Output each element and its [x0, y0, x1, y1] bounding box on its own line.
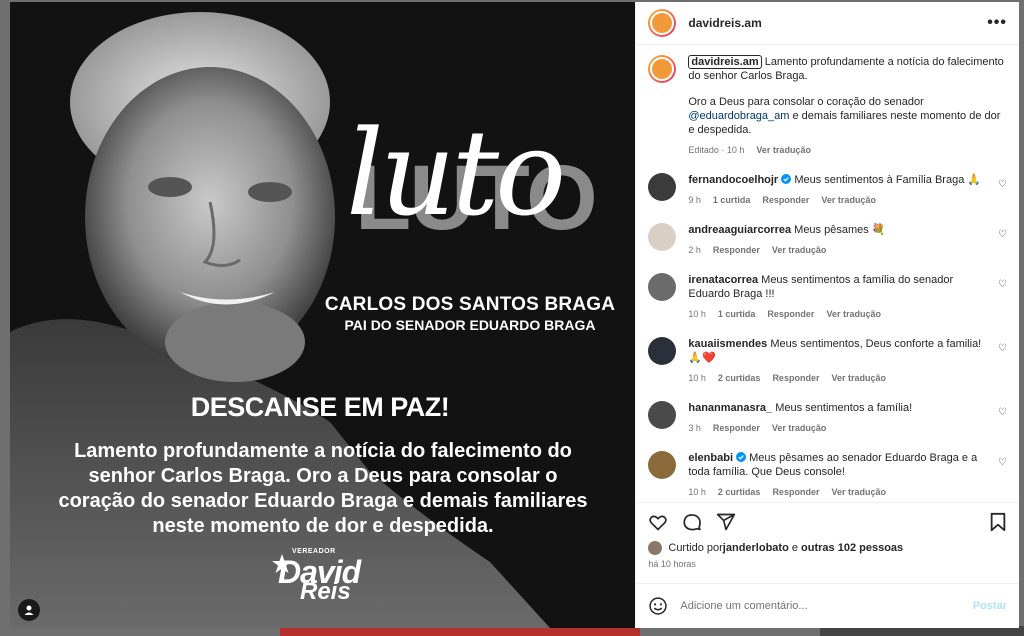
comment-text: Meus sentimentos à Família Braga 🙏: [794, 174, 982, 186]
see-translation-link[interactable]: Ver tradução: [821, 193, 876, 207]
commenter-avatar[interactable]: [648, 401, 677, 429]
comment-like-icon[interactable]: ♡: [998, 279, 1007, 290]
likes-others-link[interactable]: outras 102 pessoas: [801, 542, 903, 554]
comment-like-icon[interactable]: ♡: [998, 407, 1007, 418]
see-translation-link[interactable]: Ver tradução: [826, 307, 881, 321]
comment-text: Meus sentimentos a família!: [775, 402, 913, 414]
comments-list[interactable]: davidreis.am Lamento profundamente a not…: [636, 45, 1019, 502]
reply-link[interactable]: Responder: [772, 371, 819, 385]
commenter-username[interactable]: fernandocoelhojr: [688, 174, 778, 186]
action-bar: [636, 502, 1019, 541]
reply-link[interactable]: Responder: [767, 307, 814, 321]
rest-in-peace-heading: DESCANSE EM PAZ!: [190, 392, 450, 422]
verified-badge-icon: [736, 452, 747, 462]
comment-time: 2 h: [688, 245, 701, 255]
commenter-username[interactable]: elenbabi: [688, 452, 733, 464]
comment-like-icon[interactable]: ♡: [998, 343, 1007, 354]
see-translation-link[interactable]: Ver tradução: [772, 421, 827, 435]
like-heart-icon[interactable]: [648, 512, 668, 532]
likes-prefix: Curtido por: [668, 542, 723, 554]
reply-link[interactable]: Responder: [713, 243, 760, 257]
comment-time: 10 h: [688, 487, 706, 497]
see-translation-link[interactable]: Ver tradução: [756, 143, 811, 157]
likes-summary: Curtido por janderlobato e outras 102 pe…: [636, 541, 1019, 555]
commenter-avatar[interactable]: [648, 173, 677, 201]
comment-like-icon[interactable]: ♡: [998, 457, 1007, 468]
caption-username[interactable]: davidreis.am: [688, 55, 762, 69]
comment-likes[interactable]: 1 curtida: [713, 193, 751, 207]
reply-link[interactable]: Responder: [772, 485, 819, 499]
headline-script-text: luto: [346, 104, 566, 242]
commenter-avatar[interactable]: [648, 273, 677, 301]
save-bookmark-icon[interactable]: [989, 512, 1007, 532]
verified-badge-icon: [781, 174, 792, 184]
liker-avatar[interactable]: [648, 541, 663, 555]
author-username[interactable]: davidreis.am: [688, 16, 761, 30]
condolence-message: Lamento profundamente a notícia do falec…: [58, 440, 588, 537]
deceased-subtitle: PAI DO SENADOR EDUARDO BRAGA: [344, 317, 596, 333]
post-image: LUTO luto CARLOS DOS SANTOS BRAGA PAI DO…: [10, 2, 636, 628]
comment-likes[interactable]: 1 curtida: [718, 307, 756, 321]
post-timestamp: há 10 horas: [648, 559, 696, 569]
author-avatar[interactable]: [648, 55, 677, 83]
comment-item: fernandocoelhojr Meus sentimentos à Famí…: [648, 173, 1007, 207]
comment-time: 9 h: [688, 195, 701, 205]
see-translation-link[interactable]: Ver tradução: [772, 243, 827, 257]
likes-mid: e: [788, 542, 802, 554]
comment-input[interactable]: Adicione um comentário...: [680, 600, 960, 612]
reply-link[interactable]: Responder: [762, 193, 809, 207]
comment-composer: Adicione um comentário... Postar: [636, 583, 1019, 628]
post-sidebar: davidreis.am ••• davidreis.am Lamento pr…: [635, 2, 1019, 628]
tagged-users-button[interactable]: [18, 599, 40, 621]
comment-likes[interactable]: 2 curtidas: [718, 485, 761, 499]
caption-edited-time: Editado · 10 h: [688, 145, 745, 155]
post-header: davidreis.am •••: [636, 2, 1019, 45]
comment-time: 10 h: [688, 309, 706, 319]
see-translation-link[interactable]: Ver tradução: [831, 371, 886, 385]
comment-item: hananmanasra_ Meus sentimentos a família…: [648, 401, 1007, 435]
comment-icon[interactable]: [682, 512, 702, 532]
comment-text: Meus pêsames 💐: [794, 224, 886, 236]
post-caption: davidreis.am Lamento profundamente a not…: [648, 55, 1007, 157]
more-options-icon[interactable]: •••: [987, 14, 1007, 32]
comment-item: irenatacorrea Meus sentimentos a família…: [648, 273, 1007, 321]
user-icon: [24, 605, 34, 615]
reply-link[interactable]: Responder: [713, 421, 760, 435]
comment-time: 10 h: [688, 373, 706, 383]
comment-item: andreaaguiarcorrea Meus pêsames 💐 2 h Resp…: [648, 223, 1007, 257]
comment-item: elenbabi Meus pêsames ao senador Eduardo…: [648, 451, 1007, 499]
share-icon[interactable]: [716, 512, 736, 532]
post-comment-button[interactable]: Postar: [973, 600, 1007, 612]
commenter-username[interactable]: andreaaguiarcorrea: [688, 224, 791, 236]
caption-text-2a: Oro a Deus para consolar o coração do se…: [688, 96, 924, 108]
author-avatar[interactable]: [648, 9, 677, 37]
comment-like-icon[interactable]: ♡: [998, 229, 1007, 240]
comment-item: kauaiismendes Meus sentimentos, Deus con…: [648, 337, 1007, 385]
comment-time: 3 h: [688, 423, 701, 433]
commenter-username[interactable]: hananmanasra_: [688, 402, 772, 414]
comment-likes[interactable]: 2 curtidas: [718, 371, 761, 385]
deceased-name: CARLOS DOS SANTOS BRAGA: [324, 294, 616, 315]
comment-like-icon[interactable]: ♡: [998, 179, 1007, 190]
commenter-username[interactable]: kauaiismendes: [688, 338, 767, 350]
david-reis-logo: VEREADOR David Reis: [270, 548, 380, 608]
commenter-avatar[interactable]: [648, 223, 677, 251]
emoji-icon[interactable]: [648, 596, 668, 616]
commenter-avatar[interactable]: [648, 337, 677, 365]
mention-link[interactable]: @eduardobraga_am: [688, 110, 789, 122]
commenter-avatar[interactable]: [648, 451, 677, 479]
commenter-username[interactable]: irenatacorrea: [688, 274, 758, 286]
liker-username[interactable]: janderlobato: [723, 542, 789, 554]
logo-line-2: Reis: [300, 578, 351, 605]
see-translation-link[interactable]: Ver tradução: [831, 485, 886, 499]
post-modal: LUTO luto CARLOS DOS SANTOS BRAGA PAI DO…: [10, 2, 1019, 628]
